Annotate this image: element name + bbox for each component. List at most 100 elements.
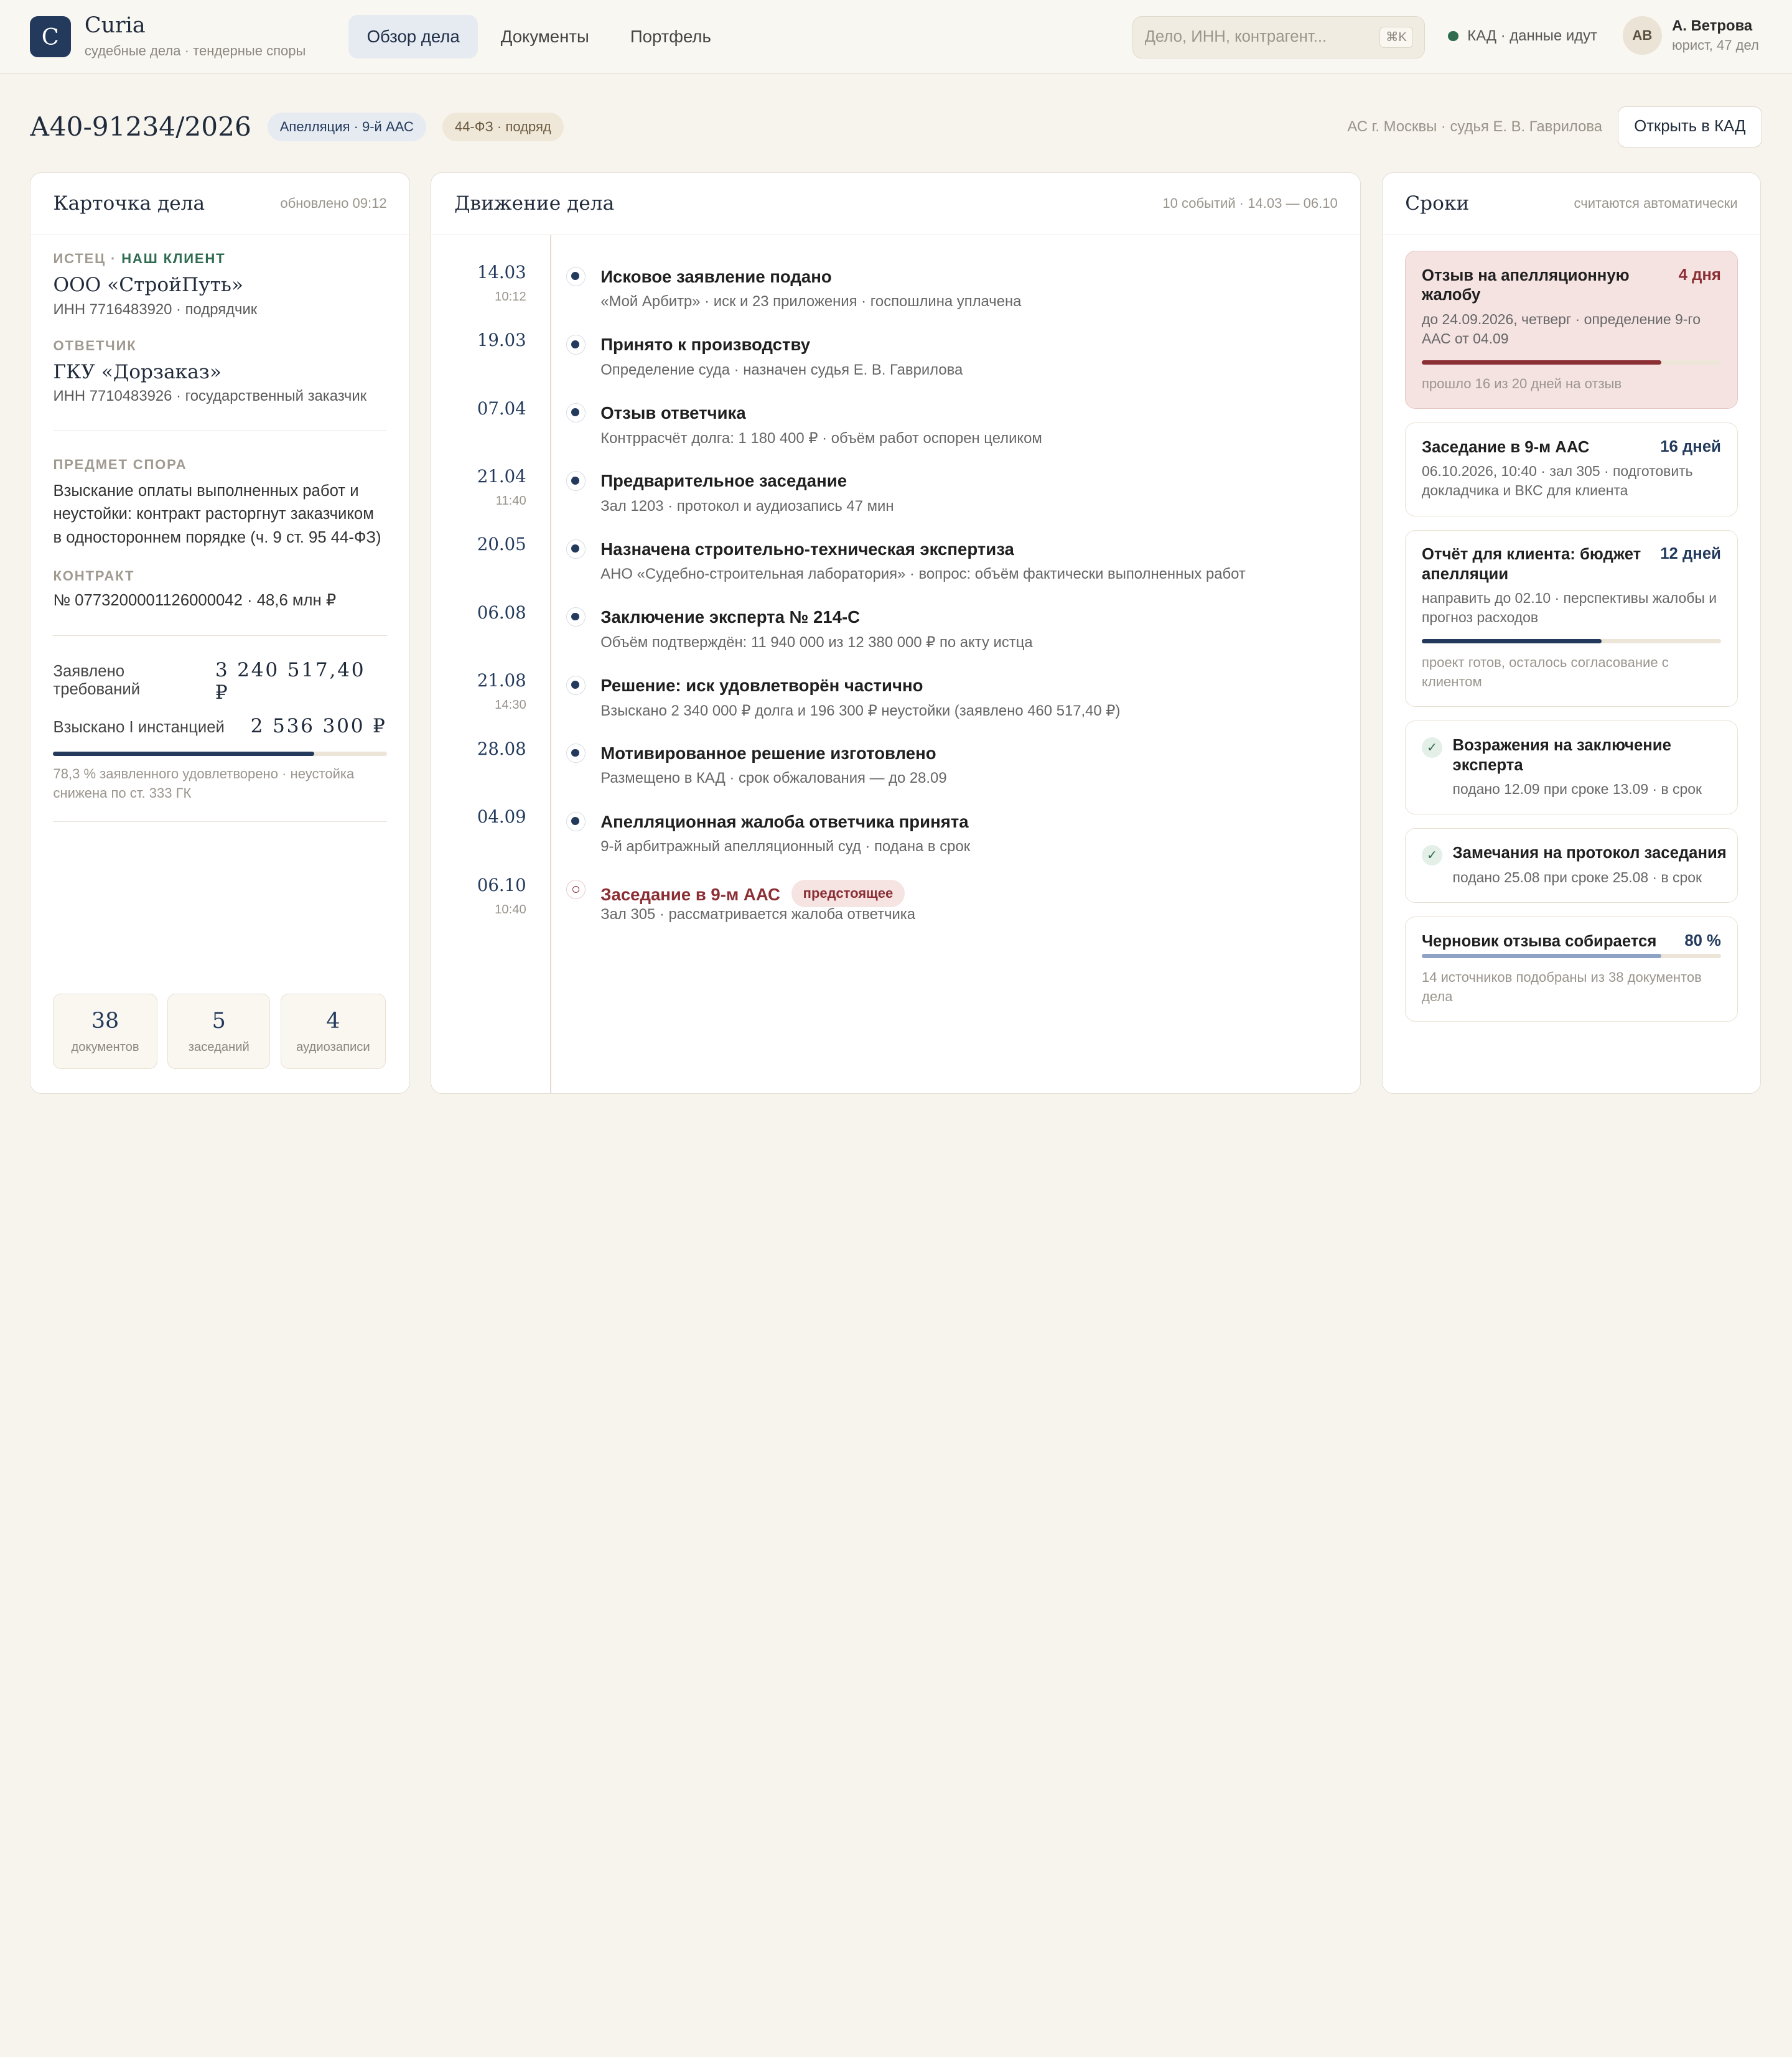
case-card-updated: обновлено 09:12 — [280, 195, 387, 212]
deadline-desc: подано 12.09 при сроке 13.09 · в срок — [1452, 781, 1702, 798]
event-subtitle: Объём подтверждён: 11 940 000 из 12 380 … — [600, 634, 1033, 651]
event-date: 21.04 — [477, 466, 526, 487]
event-title: Назначена строительно-техническая экспер… — [600, 539, 1014, 559]
deadline-item[interactable]: Отчёт для клиента: бюджет апелляции 12 д… — [1405, 529, 1738, 707]
timeline-event[interactable]: 07.04 Отзыв ответчика Контррасчёт долга: 1… — [431, 378, 1360, 447]
timeline-event[interactable]: 14.03 10:12 Исковое заявление подано «Мой А… — [431, 242, 1360, 310]
stat-audio[interactable]: 4 аудиозаписи — [280, 993, 386, 1070]
event-dot-icon — [566, 539, 586, 559]
claimed-row: Заявлено требований 3 240 517,40 ₽ — [53, 659, 386, 704]
event-date: 06.10 — [477, 875, 526, 895]
awarded-row: Взыскано I инстанцией 2 536 300 ₽ — [53, 715, 386, 737]
deadline-progress — [1421, 360, 1721, 365]
stat-hearings[interactable]: 5 заседаний — [167, 993, 271, 1070]
tab-overview[interactable]: Обзор дела — [348, 14, 478, 58]
top-bar: C Curia судебные дела · тендерные споры … — [0, 0, 1792, 75]
brand: Curia судебные дела · тендерные споры — [85, 14, 306, 59]
deadline-title: Возражения на заключение эксперта — [1452, 737, 1671, 774]
timeline-event[interactable]: 06.08 Заключение эксперта № 214-С Объём по… — [431, 582, 1360, 651]
user-name: А. Ветрова — [1672, 17, 1753, 35]
avatar[interactable]: АВ — [1623, 16, 1662, 55]
deadline-item[interactable]: Заседание в 9-м ААС 16 дней 06.10.2026, … — [1405, 422, 1738, 516]
event-subtitle: «Мой Арбитр» · иск и 23 приложения · гос… — [600, 293, 1022, 310]
timeline-event[interactable]: 21.08 14:30 Решение: иск удовлетворён част… — [431, 650, 1360, 719]
tab-documents[interactable]: Документы — [482, 15, 607, 58]
deadline-item[interactable]: Черновик отзыва собирается 80 % 14 источ… — [1405, 916, 1738, 1022]
search-box: ⌘K — [1132, 16, 1426, 58]
app-subtitle: судебные дела · тендерные споры — [84, 43, 306, 59]
main-nav: Обзор дела Документы Портфель — [348, 14, 729, 58]
deadline-head: Отчёт для клиента: бюджет апелляции 12 д… — [1422, 545, 1721, 584]
event-subtitle: Размещено в КАД · срок обжалования — до … — [600, 770, 947, 787]
app-name: Curia — [84, 13, 146, 39]
event-title: Предварительное заседание — [600, 471, 847, 491]
deadline-list: Отзыв на апелляционную жалобу 4 дня до 2… — [1383, 235, 1761, 1052]
deadline-done-content: Замечания на протокол заседания подано 2… — [1453, 844, 1727, 887]
court-info: АС г. Москвы · судья Е. В. Гаврилова — [1347, 118, 1603, 135]
case-stats: 38 документов 5 заседаний 4 аудиозаписи — [53, 993, 386, 1070]
plaintiff-label: ИСТЕЦ · НАШ КЛИЕНТ — [53, 251, 386, 267]
case-card-title: Карточка дела — [53, 192, 205, 215]
deadline-days: 4 дня — [1678, 266, 1721, 284]
deadline-days: 16 дней — [1660, 437, 1721, 455]
awarded-note: 78,3 % заявленного удовлетворено · неуст… — [53, 765, 355, 801]
stat-documents[interactable]: 38 документов — [53, 993, 157, 1070]
timeline-event[interactable]: 20.05 Назначена строительно-техническая э… — [431, 514, 1360, 582]
awarded-label: Взыскано I инстанцией — [53, 719, 225, 737]
event-title: Заседание в 9-м ААС — [600, 884, 780, 904]
event-subtitle: Взыскано 2 340 000 ₽ долга и 196 300 ₽ н… — [600, 702, 1121, 719]
app-logo[interactable]: C — [29, 16, 71, 58]
deadline-item[interactable]: Отзыв на апелляционную жалобу 4 дня до 2… — [1405, 251, 1738, 409]
divider — [53, 635, 387, 637]
deadline-note: 14 источников подобраны из 38 документов… — [1421, 969, 1702, 1004]
kad-status: КАД · данные идут — [1448, 27, 1597, 45]
status-dot-icon — [1448, 30, 1458, 42]
deadline-title: Заседание в 9-м ААС — [1421, 438, 1590, 456]
event-title-wrap: Мотивированное решение изготовлено — [600, 744, 936, 763]
user-menu[interactable]: АВ А. Ветрова юрист, 47 дел — [1623, 16, 1759, 55]
contract-text: № 0773200001126000042 · 48,6 млн ₽ — [53, 592, 337, 610]
deadline-progress — [1421, 953, 1721, 958]
timeline-event[interactable]: 04.09 Апелляционная жалоба ответчика прин… — [431, 786, 1360, 855]
plaintiff-role: ИСТЕЦ · — [53, 251, 122, 267]
stat-audio-count: 4 — [326, 1008, 340, 1033]
event-subtitle: АНО «Судебно-строительная лаборатория» ·… — [600, 566, 1246, 583]
search-input[interactable] — [1144, 28, 1362, 47]
deadline-title: Отчёт для клиента: бюджет апелляции — [1421, 546, 1641, 583]
contract-label: КОНТРАКТ — [53, 568, 135, 584]
deadline-desc: подано 25.08 при сроке 25.08 · в срок — [1452, 869, 1702, 885]
timeline-event[interactable]: 28.08 Мотивированное решение изготовлено Р… — [431, 719, 1360, 787]
open-in-kad-button[interactable]: Открыть в КАД — [1617, 106, 1763, 147]
stat-hearings-count: 5 — [212, 1008, 226, 1033]
event-subtitle: 9-й арбитражный апелляционный суд · пода… — [600, 837, 971, 855]
timeline-event[interactable]: 21.04 11:40 Предварительное заседание Зал 1… — [431, 446, 1360, 515]
tab-portfolio[interactable]: Портфель — [612, 15, 729, 58]
deadline-note: прошло 16 из 20 дней на отзыв — [1421, 375, 1622, 391]
divider — [53, 430, 387, 432]
event-title-wrap: Назначена строительно-техническая экспер… — [600, 539, 1014, 559]
event-date: 14.03 — [477, 262, 526, 282]
event-dot-icon — [566, 675, 586, 695]
deadline-item-done[interactable]: ✓ Возражения на заключение эксперта пода… — [1405, 721, 1738, 815]
stat-audio-label: аудиозаписи — [296, 1040, 370, 1054]
deadline-done-row: ✓ Замечания на протокол заседания подано… — [1421, 844, 1727, 887]
timeline-event-upcoming[interactable]: 06.10 10:40 Заседание в 9-м ААС предстоящее… — [431, 855, 1360, 923]
check-icon: ✓ — [1421, 737, 1443, 758]
kad-status-text: КАД · данные идут — [1467, 27, 1597, 45]
case-header: А40-91234/2026 Апелляция · 9-й ААС 44-ФЗ… — [30, 105, 1763, 149]
plaintiff-inn: ИНН 7716483920 · подрядчик — [53, 301, 258, 318]
case-card-panel: Карточка дела обновлено 09:12 ИСТЕЦ · НА… — [29, 172, 411, 1094]
deadline-desc: направить до 02.10 · перспективы жалобы … — [1421, 590, 1717, 626]
law-badge: 44-ФЗ · подряд — [442, 112, 564, 141]
timeline-event[interactable]: 19.03 Принято к производству Определение с… — [431, 310, 1360, 378]
deadline-days: 12 дней — [1660, 545, 1721, 563]
event-subtitle: Определение суда · назначен судья Е. В. … — [600, 361, 963, 378]
timeline-title: Движение дела — [454, 192, 615, 215]
deadline-title: Замечания на протокол заседания — [1452, 844, 1727, 862]
claimed-value: 3 240 517,40 ₽ — [215, 659, 366, 704]
stat-hearings-label: заседаний — [188, 1040, 250, 1054]
deadline-item-done[interactable]: ✓ Замечания на протокол заседания подано… — [1405, 828, 1738, 903]
claimed-label: Заявлено требований — [53, 663, 141, 699]
timeline-panel: Движение дела 10 событий · 14.03 — 06.10… — [431, 172, 1361, 1094]
event-subtitle: Контррасчёт долга: 1 180 400 ₽ · объём р… — [600, 430, 1042, 447]
